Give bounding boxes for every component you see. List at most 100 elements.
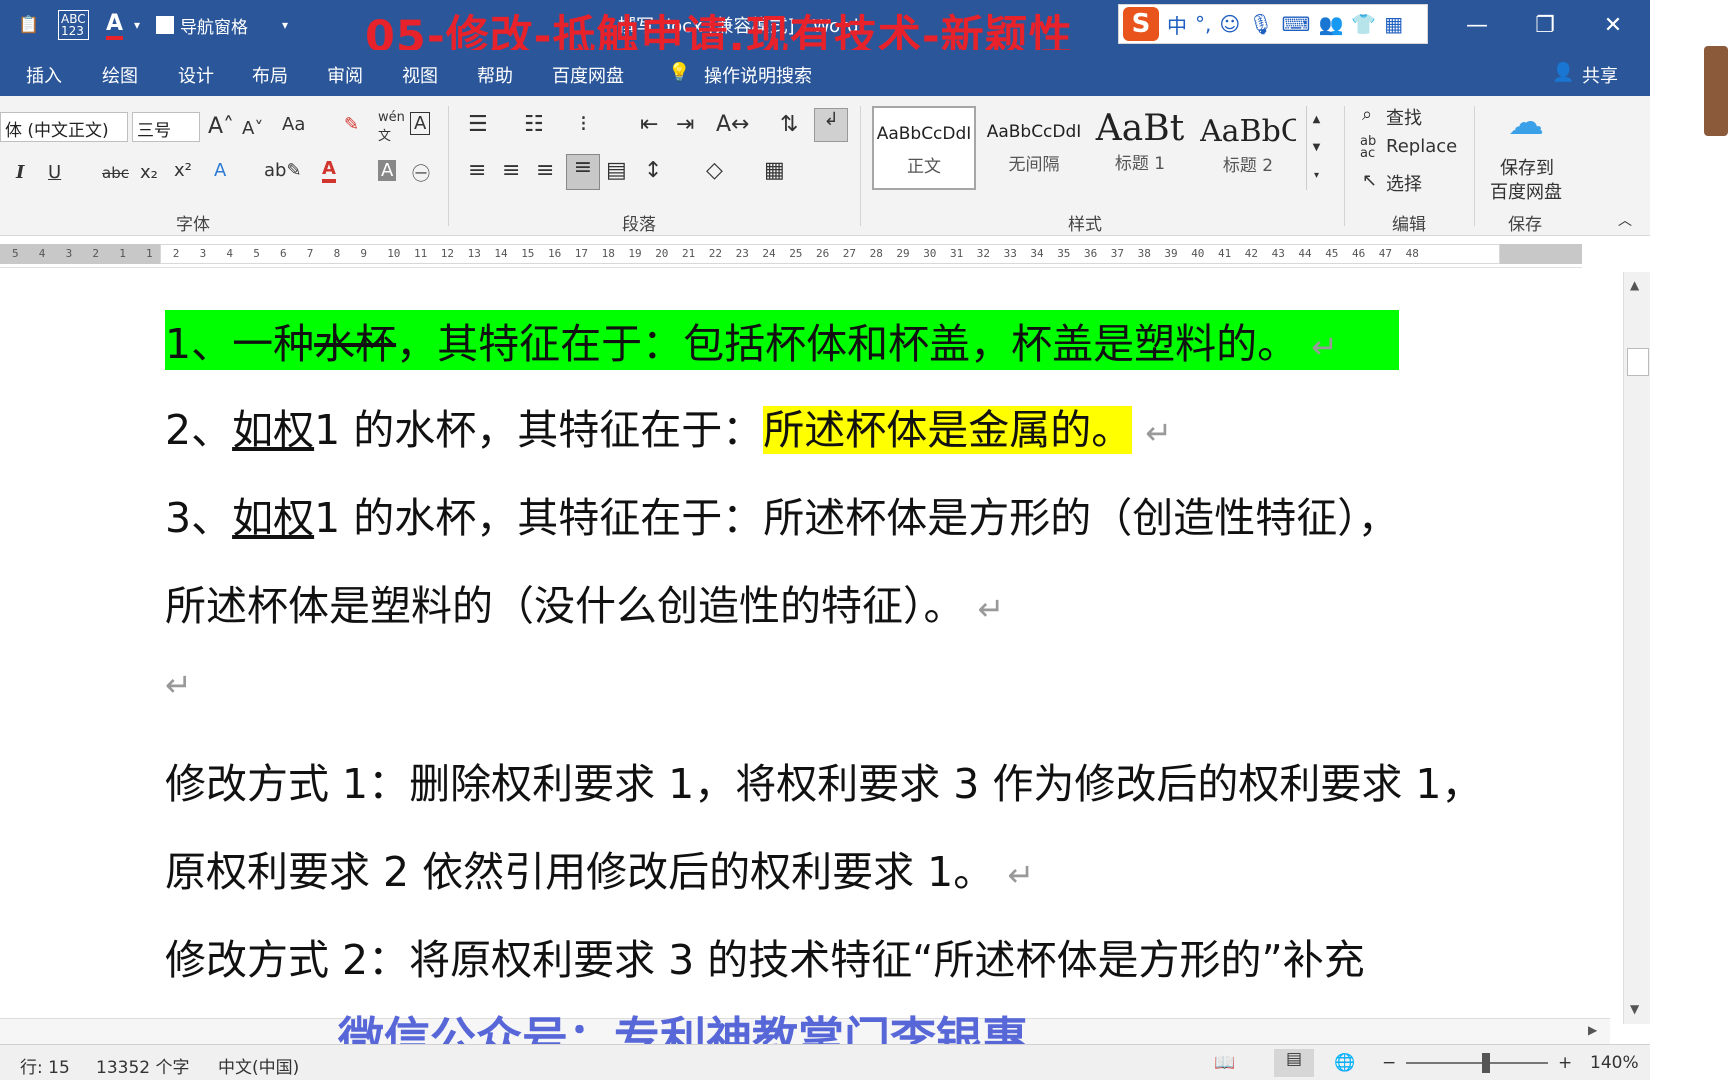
document-canvas[interactable]: 1、一种水杯，其特征在于：包括杯体和杯盖，杯盖是塑料的。 ↵ 2、如权1 的水杯…	[0, 268, 1625, 1044]
align-right-icon[interactable]: ≡	[536, 158, 554, 183]
replace-icon[interactable]: ab ac	[1360, 135, 1376, 160]
chevron-down-icon[interactable]: ▾	[134, 10, 140, 40]
style-no-spacing[interactable]: AaBbCcDdI 无间隔	[982, 106, 1086, 190]
zoom-level[interactable]: 140%	[1590, 1053, 1639, 1073]
style-normal[interactable]: AaBbCcDdI 正文	[872, 106, 976, 190]
scroll-right-icon[interactable]: ▶	[1588, 1023, 1597, 1037]
select-button[interactable]: 选择	[1386, 170, 1422, 196]
emoji-icon[interactable]: ☺	[1219, 12, 1240, 36]
numbering-icon[interactable]: ☷	[524, 112, 544, 137]
claim-2[interactable]: 2、如权1 的水杯，其特征在于：所述杯体是金属的。 ↵	[165, 396, 1172, 456]
find-button[interactable]: 查找	[1386, 104, 1422, 130]
qa-customize-icon[interactable]: ▾	[282, 10, 288, 40]
keyboard-icon[interactable]: ⌨	[1282, 12, 1311, 36]
select-arrow-icon[interactable]: ↖	[1362, 170, 1377, 191]
tab-view[interactable]: 视图	[402, 62, 438, 88]
skin-icon[interactable]: 👕	[1351, 12, 1376, 36]
baidu-cloud-icon[interactable]: ☁	[1508, 102, 1544, 143]
share-button[interactable]: 共享	[1582, 62, 1618, 88]
spelling-icon[interactable]: ABC 123	[58, 10, 89, 40]
tab-insert[interactable]: 插入	[26, 62, 62, 88]
read-mode-icon[interactable]: 📖	[1214, 1053, 1235, 1073]
tell-me-search[interactable]: 操作说明搜索	[704, 62, 812, 88]
tab-baidu-netdisk[interactable]: 百度网盘	[552, 62, 624, 88]
align-left-icon[interactable]: ≡	[468, 158, 486, 183]
scroll-down-icon[interactable]: ▼	[1630, 1002, 1639, 1016]
claim-3-continued[interactable]: 所述杯体是塑料的（没什么创造性的特征）。 ↵	[165, 572, 1004, 632]
scroll-up-icon[interactable]: ▲	[1630, 278, 1639, 292]
sogou-logo-icon[interactable]: S	[1123, 7, 1159, 41]
increase-indent-icon[interactable]: ⇥	[676, 112, 694, 137]
zoom-out-icon[interactable]: −	[1382, 1053, 1396, 1073]
borders-icon[interactable]: ▦	[764, 158, 785, 183]
tab-layout[interactable]: 布局	[252, 62, 288, 88]
font-color-icon[interactable]: A	[106, 10, 124, 40]
decrease-indent-icon[interactable]: ⇤	[640, 112, 658, 137]
status-language[interactable]: 中文(中国)	[218, 1053, 299, 1078]
grow-font-icon[interactable]: A˄	[208, 114, 234, 139]
replace-button[interactable]: Replace	[1386, 136, 1457, 157]
clear-format-icon[interactable]: ✎	[344, 114, 359, 135]
tab-draw[interactable]: 绘图	[102, 62, 138, 88]
char-shading-icon[interactable]: A	[378, 160, 397, 181]
tab-review[interactable]: 审阅	[327, 62, 363, 88]
zoom-slider[interactable]	[1406, 1062, 1548, 1064]
status-line[interactable]: 行: 15	[20, 1053, 70, 1078]
amendment-2[interactable]: 修改方式 2：将原权利要求 3 的技术特征“所述杯体是方形的”补充	[165, 926, 1365, 986]
save-to-baidu-line1[interactable]: 保存到	[1500, 154, 1554, 180]
amendment-1[interactable]: 修改方式 1：删除权利要求 1，将权利要求 3 作为修改后的权利要求 1，	[165, 750, 1483, 810]
enclose-char-icon[interactable]: ㊀	[412, 160, 430, 186]
superscript-icon[interactable]: x²	[174, 160, 192, 181]
italic-icon[interactable]: I	[16, 162, 24, 183]
font-size-select[interactable]: 三号	[132, 112, 200, 142]
vertical-scrollbar[interactable]: ▲ ▼	[1623, 272, 1651, 1024]
justify-icon[interactable]: ≡	[566, 154, 600, 190]
share-icon[interactable]: 👤	[1552, 62, 1574, 83]
user-icon[interactable]: 👥	[1318, 12, 1343, 36]
change-case-button[interactable]: Aa	[282, 114, 305, 135]
collapse-ribbon-icon[interactable]: ︿	[1618, 210, 1632, 230]
tab-design[interactable]: 设计	[178, 62, 214, 88]
mic-icon[interactable]: 🎙	[1248, 12, 1273, 36]
shrink-font-icon[interactable]: A˅	[242, 118, 263, 139]
char-border-icon[interactable]: A	[410, 112, 431, 135]
sort-icon[interactable]: ⇅	[780, 112, 798, 137]
print-layout-icon[interactable]: ▤	[1274, 1049, 1314, 1077]
line-spacing-icon[interactable]: ↕	[644, 158, 662, 183]
font-name-select[interactable]: 体 (中文正文)	[0, 112, 128, 142]
claim-3[interactable]: 3、如权1 的水杯，其特征在于：所述杯体是方形的（创造性特征），	[165, 484, 1399, 544]
text-effects-icon[interactable]: A	[214, 160, 226, 181]
text-direction-icon[interactable]: A↔	[716, 112, 749, 137]
tab-help[interactable]: 帮助	[477, 62, 513, 88]
zoom-in-icon[interactable]: +	[1558, 1053, 1572, 1073]
empty-paragraph[interactable]: ↵	[165, 658, 192, 706]
show-marks-icon[interactable]: ↲	[814, 108, 848, 142]
status-word-count[interactable]: 13352 个字	[96, 1053, 189, 1078]
minimize-button[interactable]: —	[1452, 8, 1502, 42]
save-to-baidu-line2[interactable]: 百度网盘	[1490, 178, 1562, 204]
style-heading-2[interactable]: AaBbC 标题 2	[1200, 106, 1296, 190]
highlight-icon[interactable]: ab✎	[264, 160, 302, 181]
phonetic-guide-icon[interactable]: wén 文	[378, 110, 405, 144]
distributed-icon[interactable]: ▤	[606, 158, 627, 183]
zoom-slider-thumb[interactable]	[1482, 1053, 1490, 1073]
restore-button[interactable]: ❐	[1520, 8, 1570, 42]
ime-punct[interactable]: °,	[1195, 12, 1211, 36]
subscript-icon[interactable]: x₂	[140, 162, 158, 183]
web-layout-icon[interactable]: 🌐	[1334, 1053, 1355, 1073]
multilevel-list-icon[interactable]: ⁝	[580, 112, 587, 137]
nav-pane-toggle[interactable]: 导航窗格	[156, 10, 248, 40]
align-center-icon[interactable]: ≡	[502, 158, 520, 183]
amendment-1-continued[interactable]: 原权利要求 2 依然引用修改后的权利要求 1。 ↵	[165, 838, 1034, 898]
shading-icon[interactable]: ◇	[706, 158, 723, 183]
grid-menu-icon[interactable]: ▦	[1384, 12, 1403, 36]
checkbox-icon[interactable]	[156, 16, 174, 34]
style-heading-1[interactable]: AaBt 标题 1	[1092, 106, 1188, 190]
underline-icon[interactable]: U	[48, 162, 61, 183]
close-button[interactable]: ✕	[1588, 8, 1638, 42]
ime-lang[interactable]: 中	[1167, 10, 1187, 39]
claim-1[interactable]: 1、一种水杯，其特征在于：包括杯体和杯盖，杯盖是塑料的。 ↵	[165, 310, 1399, 370]
styles-scroll[interactable]: ▲ ▼ ▾	[1306, 106, 1326, 190]
strikethrough-icon[interactable]: abc	[102, 164, 129, 182]
bullets-icon[interactable]: ☰	[468, 112, 488, 137]
